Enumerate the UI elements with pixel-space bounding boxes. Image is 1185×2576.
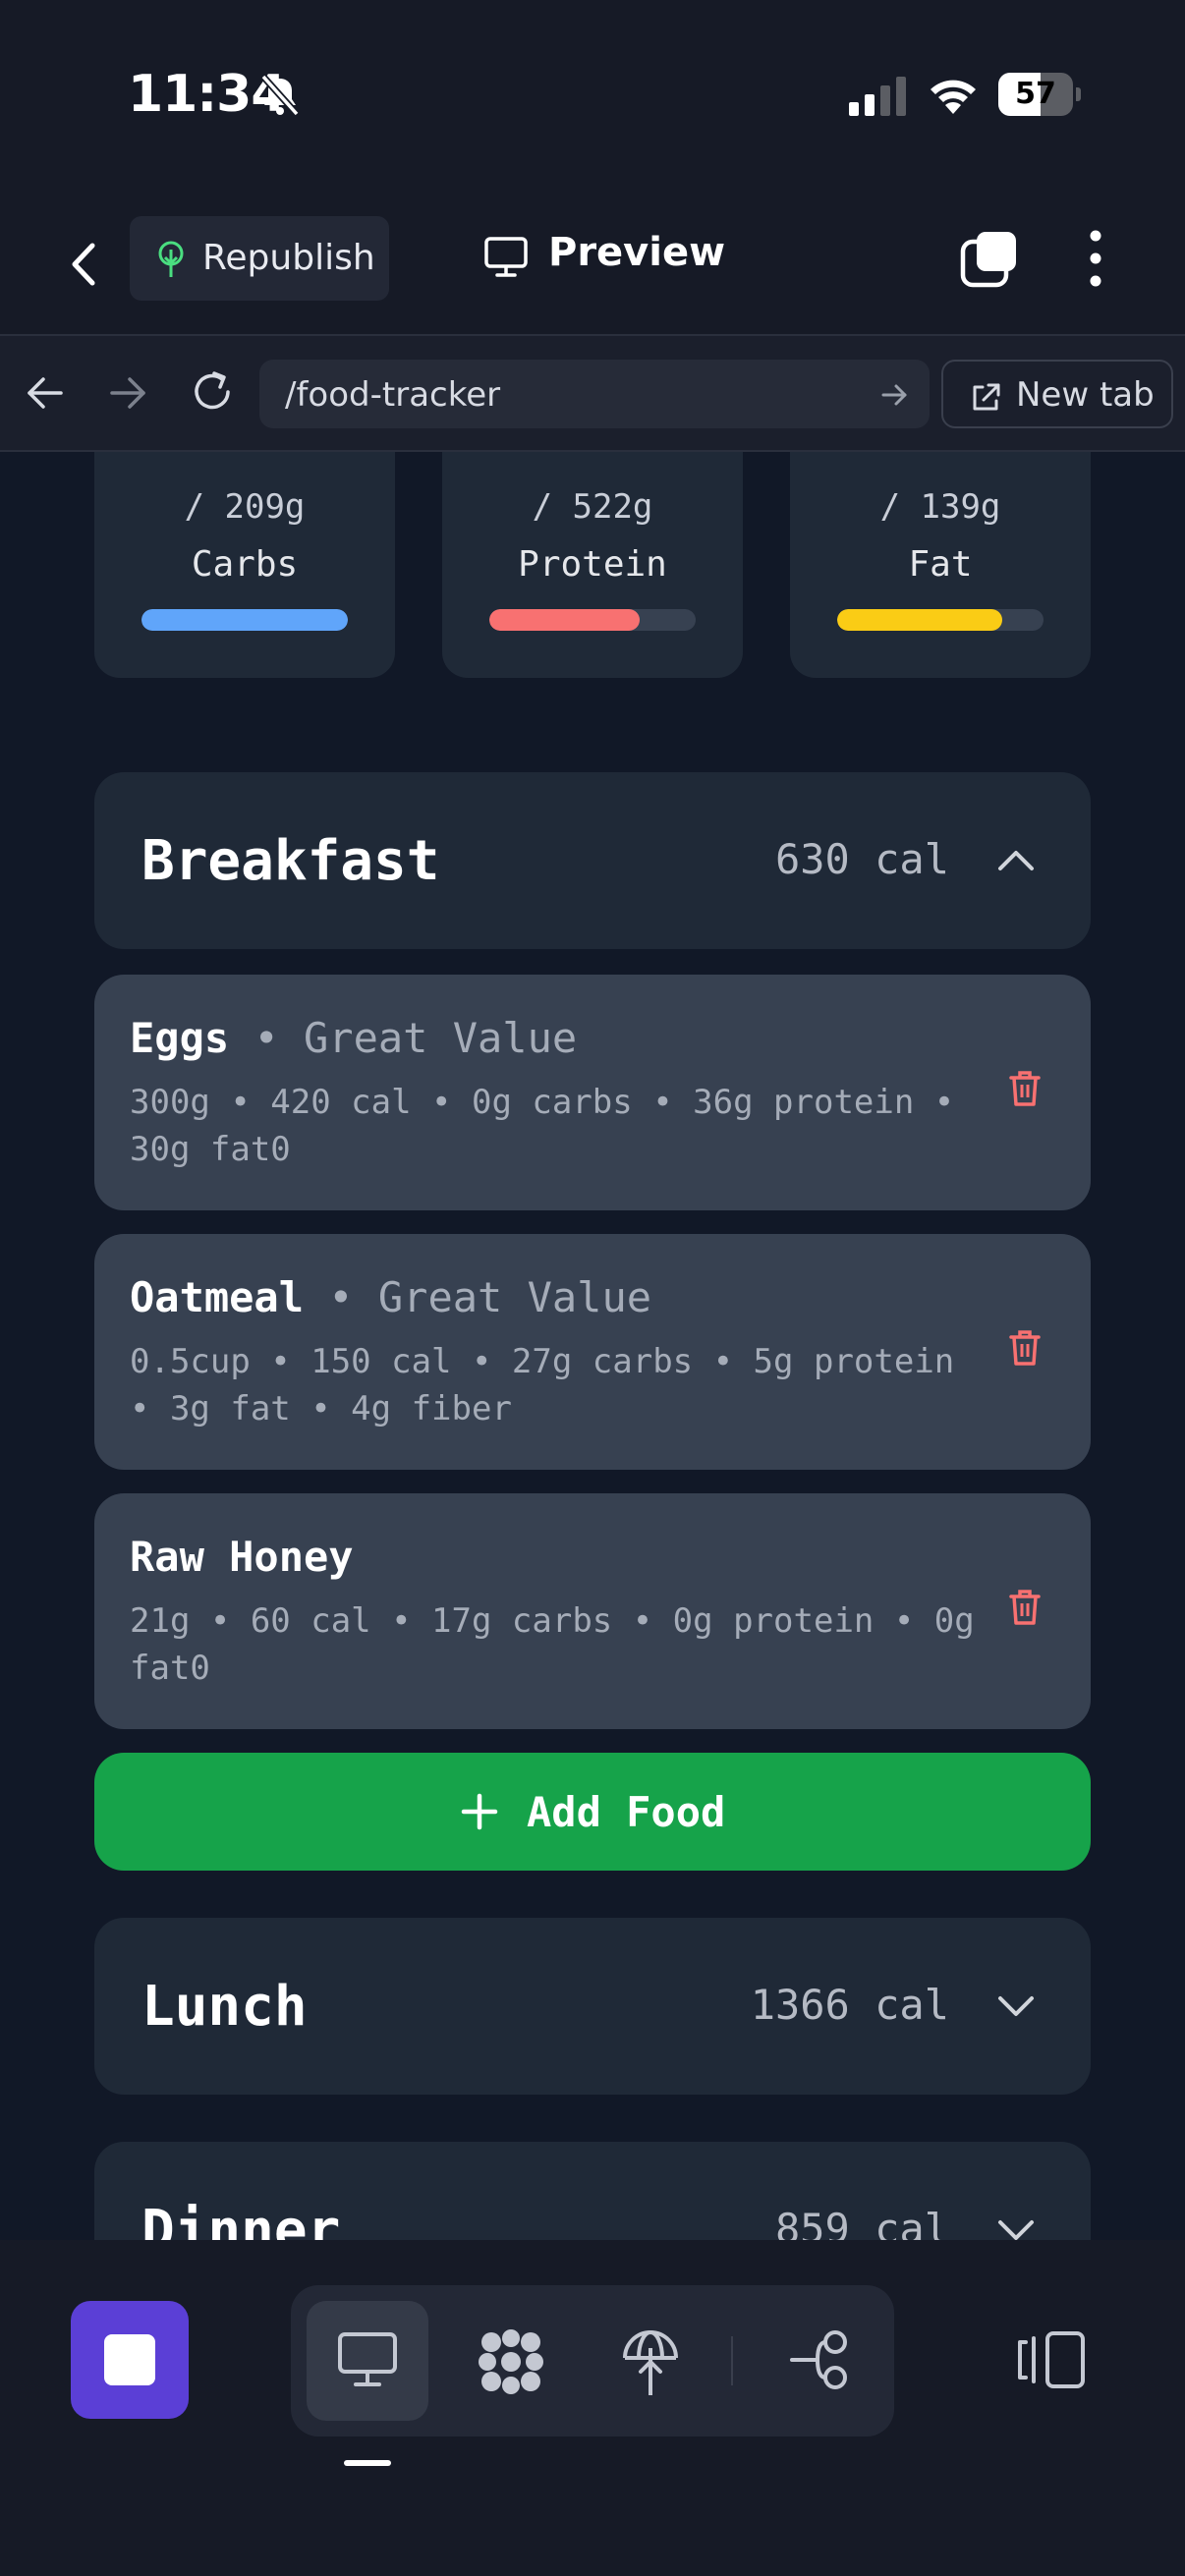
meal-header-lunch[interactable]: Lunch 1366 cal — [94, 1918, 1091, 2095]
stop-button[interactable] — [71, 2301, 189, 2419]
macro-consumed: ​ — [442, 452, 743, 490]
battery-percent: 57 — [1015, 77, 1056, 111]
bottom-nav — [0, 2240, 1185, 2576]
panel-toggle-icon[interactable] — [1016, 2330, 1087, 2389]
monitor-icon — [484, 237, 528, 277]
food-details: 0.5cup • 150 cal • 27g carbs • 5g protei… — [130, 1342, 955, 1428]
url-bar[interactable]: /food-tracker — [259, 360, 930, 428]
macro-card-protein: ​ / 522g Protein — [442, 452, 743, 678]
trash-icon[interactable] — [1008, 1328, 1042, 1368]
meal-calories: 1366 cal — [750, 1981, 949, 2029]
food-item[interactable]: Oatmeal • Great Value 0.5cup • 150 cal •… — [94, 1234, 1091, 1470]
trash-icon[interactable] — [1008, 1069, 1042, 1108]
macro-goal: / 522g — [532, 487, 653, 527]
food-brand: • Great Value — [229, 1014, 578, 1062]
nav-divider — [731, 2336, 733, 2385]
chevron-up-icon[interactable] — [996, 841, 1036, 880]
food-item[interactable]: Raw Honey 21g • 60 cal • 17g carbs • 0g … — [94, 1493, 1091, 1729]
food-name: Oatmeal — [130, 1273, 305, 1321]
macro-card-fat: ​ / 139g Fat — [790, 452, 1091, 678]
bell-muted-icon — [260, 74, 300, 117]
arrow-left-icon[interactable] — [24, 371, 67, 415]
battery-indicator: 57 — [998, 73, 1081, 116]
nav-group — [291, 2285, 894, 2436]
macro-progress-fill — [489, 609, 641, 631]
nav-preview-button[interactable] — [307, 2301, 428, 2421]
nav-publish-button[interactable] — [590, 2301, 711, 2421]
back-chevron-icon[interactable] — [59, 232, 108, 297]
grid-icon — [479, 2329, 543, 2394]
new-tab-label: New tab — [1016, 375, 1155, 415]
macro-consumed: ​ — [790, 452, 1091, 490]
tabs-switcher-icon[interactable] — [959, 228, 1020, 289]
meal-header-dinner[interactable]: Dinner 859 cal — [94, 2142, 1091, 2240]
food-tracker-page: ​ / 209g Carbs ​ / 522g Protein ​ / 139g… — [0, 452, 1185, 2240]
monitor-icon — [338, 2332, 397, 2386]
macro-progress-track — [837, 609, 1044, 631]
plus-icon — [461, 1793, 498, 1830]
cellular-signal-icon — [849, 77, 906, 116]
republish-label: Republish — [202, 238, 375, 278]
browser-bar: /food-tracker New tab — [0, 334, 1185, 452]
food-name: Raw Honey — [130, 1533, 354, 1581]
new-tab-button[interactable]: New tab — [941, 360, 1173, 428]
meal-title: Lunch — [141, 1975, 308, 2039]
publish-tree-icon — [158, 241, 184, 277]
more-options-icon[interactable] — [1081, 228, 1110, 289]
arrow-right-icon[interactable] — [106, 371, 149, 415]
macro-progress-fill — [837, 609, 1002, 631]
meal-title: Dinner — [141, 2199, 341, 2240]
status-bar: 11:34 57 — [0, 0, 1185, 196]
add-food-button[interactable]: Add Food — [94, 1753, 1091, 1871]
preview-title[interactable]: Preview — [548, 230, 725, 275]
add-food-label: Add Food — [527, 1788, 726, 1836]
republish-button[interactable]: Republish — [130, 216, 389, 301]
app-toolbar: Republish Preview — [0, 196, 1185, 334]
external-link-icon — [973, 383, 1000, 411]
macro-card-carbs: ​ / 209g Carbs — [94, 452, 395, 678]
food-details: 21g • 60 cal • 17g carbs • 0g protein • … — [130, 1601, 975, 1688]
publish-icon — [623, 2330, 678, 2395]
stop-square-icon — [104, 2334, 155, 2385]
trash-icon[interactable] — [1008, 1588, 1042, 1627]
active-tab-indicator — [344, 2460, 391, 2466]
nav-workflow-button[interactable] — [759, 2301, 880, 2421]
macro-name: Carbs — [191, 544, 299, 585]
go-arrow-icon[interactable] — [880, 381, 908, 409]
food-details: 300g • 420 cal • 0g carbs • 36g protein … — [130, 1083, 955, 1169]
food-name: Eggs — [130, 1014, 230, 1062]
macro-goal: / 209g — [184, 487, 306, 527]
chevron-down-icon[interactable] — [996, 2211, 1036, 2240]
reload-icon[interactable] — [189, 367, 236, 417]
workflow-icon — [790, 2330, 847, 2389]
macro-progress-track — [141, 609, 348, 631]
chevron-down-icon[interactable] — [996, 1987, 1036, 2026]
wifi-icon — [931, 80, 976, 114]
macro-name: Fat — [908, 544, 973, 585]
meal-calories: 630 cal — [774, 835, 949, 883]
meal-calories: 859 cal — [774, 2205, 949, 2240]
meal-title: Breakfast — [141, 829, 440, 893]
macro-progress-track — [489, 609, 696, 631]
macro-progress-fill — [141, 609, 348, 631]
macro-name: Protein — [518, 544, 667, 585]
meal-header-breakfast[interactable]: Breakfast 630 cal — [94, 772, 1091, 949]
nav-grid-button[interactable] — [448, 2301, 570, 2421]
macro-goal: / 139g — [879, 487, 1001, 527]
macro-consumed: ​ — [94, 452, 395, 490]
food-brand: • Great Value — [304, 1273, 652, 1321]
url-text: /food-tracker — [285, 375, 501, 415]
food-item[interactable]: Eggs • Great Value 300g • 420 cal • 0g c… — [94, 975, 1091, 1210]
